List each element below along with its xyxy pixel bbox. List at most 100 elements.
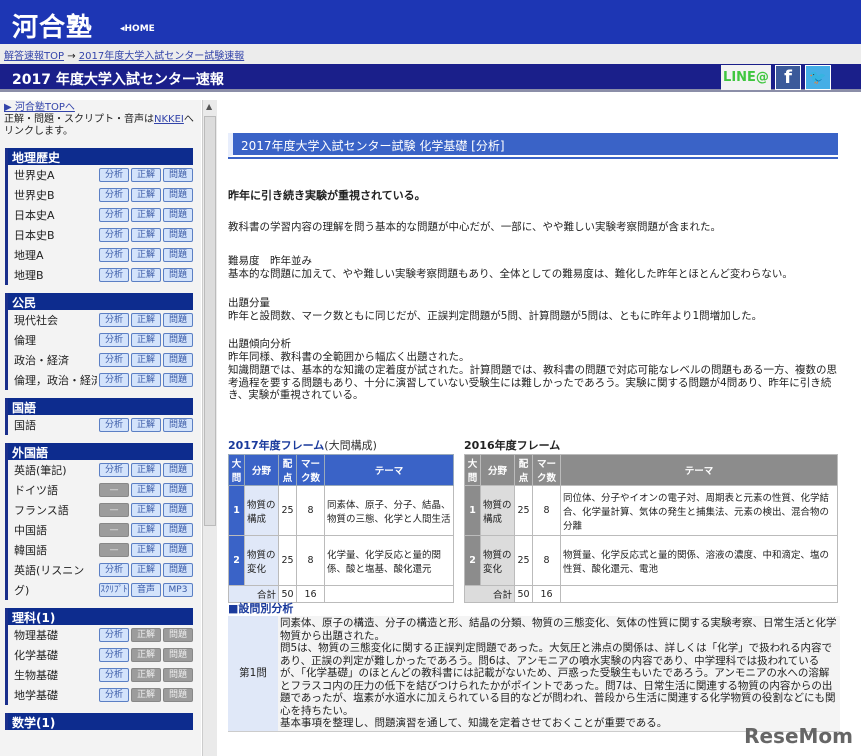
twitter-icon[interactable]: 🐦 (805, 65, 831, 90)
subject-link-button[interactable]: 分析 (99, 668, 129, 682)
subject-link-button[interactable]: 分析 (99, 563, 129, 577)
subject-link-button[interactable]: 分析 (99, 353, 129, 367)
subject-link-button[interactable]: 正解 (131, 353, 161, 367)
subject-link-button[interactable]: 問題 (163, 523, 193, 537)
sidebar-section: 公民 現代社会 分析 正解 問題 倫理 分析 正解 問題 政治・経済 分析 正解 問題 倫理，政治・経済分… (5, 293, 193, 390)
subject-link-button[interactable]: MP3 (163, 583, 193, 597)
subject-link-button[interactable]: 分析 (99, 228, 129, 242)
subject-link-button[interactable]: 問題 (163, 563, 193, 577)
subject-link-button[interactable]: 問題 (163, 168, 193, 182)
subject-link-button[interactable]: 分析 (99, 333, 129, 347)
subject-link-button[interactable]: 問題 (163, 353, 193, 367)
subject-link-button[interactable]: 分析 (99, 648, 129, 662)
facebook-icon[interactable]: f (775, 65, 801, 90)
subject-link-button[interactable]: 正解 (131, 333, 161, 347)
breadcrumb-current-link[interactable]: 2017年度大学入試センター試験速報 (79, 51, 244, 62)
subject-link-button[interactable]: 分析 (99, 168, 129, 182)
subject-link-button[interactable]: 問題 (163, 543, 193, 557)
subject-link-button: 問題 (163, 668, 193, 682)
subject-link-button[interactable]: 分析 (99, 628, 129, 642)
subject-link-button[interactable]: 問題 (163, 228, 193, 242)
subject-link-button[interactable]: 正解 (131, 313, 161, 327)
subject-link-button[interactable]: 問題 (163, 268, 193, 282)
sidebar-subject-row: 地学基礎 分析 正解 問題 (8, 685, 193, 705)
frame-2017-caption: 2017年度フレーム (228, 439, 325, 452)
scroll-up-icon[interactable]: ▲ (206, 102, 212, 111)
subject-link-button[interactable]: 問題 (163, 503, 193, 517)
subject-link-button[interactable]: 正解 (131, 208, 161, 222)
subject-link-button[interactable]: 正解 (131, 268, 161, 282)
subject-label: 地理B (14, 269, 44, 282)
question-analysis-title: ■設問別分析 (228, 602, 294, 615)
subject-link-button[interactable]: 正解 (131, 523, 161, 537)
subject-label: フランス語 (14, 504, 69, 517)
subject-link-button[interactable]: 正解 (131, 228, 161, 242)
subject-link-button[interactable]: ｽｸﾘﾌﾟﾄ (99, 583, 129, 597)
subject-link-button[interactable]: 分析 (99, 268, 129, 282)
subject-link-button[interactable]: 問題 (163, 313, 193, 327)
subject-link-button[interactable]: 正解 (131, 503, 161, 517)
subject-link-button[interactable]: 問題 (163, 418, 193, 432)
table-row: 1 物質の構成 25 8 同位体、分子やイオンの電子対、周期表と元素の性質、化学結合、化… (464, 485, 838, 536)
subject-link-button[interactable]: 問題 (163, 208, 193, 222)
breadcrumb: 解答速報TOP → 2017年度大学入試センター試験速報 (0, 44, 861, 64)
sidebar-subject-row: 世界史B 分析 正解 問題 (8, 185, 193, 205)
sidebar-subject-row: 物理基礎 分析 正解 問題 (8, 625, 193, 645)
column-header: テーマ (324, 454, 454, 486)
sidebar-subject-row: 英語(筆記) 分析 正解 問題 (8, 460, 193, 480)
subject-link-button[interactable]: 正解 (131, 168, 161, 182)
sidebar-section: 地理歴史 世界史A 分析 正解 問題 世界史B 分析 正解 問題 日本史A 分析 正解 問題 日本史B 分析… (5, 148, 193, 285)
subject-link-button[interactable]: 問題 (163, 188, 193, 202)
subject-link-button[interactable]: 正解 (131, 543, 161, 557)
resemom-watermark: ReseMom (744, 724, 853, 748)
subject-link-button[interactable]: 正解 (131, 248, 161, 262)
subject-link-button[interactable]: 問題 (163, 248, 193, 262)
subject-link-button[interactable]: 正解 (131, 563, 161, 577)
sidebar-subject-row: 地理B 分析 正解 問題 (8, 265, 193, 285)
subject-link-button[interactable]: 問題 (163, 373, 193, 387)
subject-label: 地理A (14, 249, 44, 262)
table-cell: 物質の構成 (480, 485, 515, 536)
subject-link-button[interactable]: 正解 (131, 188, 161, 202)
subject-link-button: — (99, 483, 129, 497)
table-cell: 物質の変化 (480, 535, 515, 586)
subject-link-button[interactable]: 分析 (99, 188, 129, 202)
table-cell: 2 (228, 535, 245, 586)
subject-link-button[interactable]: 分析 (99, 373, 129, 387)
table-cell: 物質の変化 (244, 535, 279, 586)
subject-link-button[interactable]: 正解 (131, 418, 161, 432)
subject-link-button[interactable]: 分析 (99, 208, 129, 222)
kawaijuku-top-link[interactable]: ▶ 河合塾TOPへ (4, 102, 75, 113)
subject-link-button[interactable]: 分析 (99, 418, 129, 432)
subject-link-button[interactable]: 音声 (131, 583, 161, 597)
site-header: 河合塾 ◂HOME (0, 0, 861, 44)
breadcrumb-top-link[interactable]: 解答速報TOP (4, 51, 64, 62)
sidebar-subject-row: 現代社会 分析 正解 問題 (8, 310, 193, 330)
subject-label: 英語(リスニン (14, 564, 85, 577)
sidebar-scrollbar[interactable]: ▲ (202, 100, 217, 756)
subject-link-button[interactable]: 分析 (99, 688, 129, 702)
subject-link-button[interactable]: 分析 (99, 313, 129, 327)
scrollbar-thumb[interactable] (204, 116, 216, 526)
line-button[interactable]: LINE@ (721, 65, 771, 90)
subject-link-button[interactable]: 問題 (163, 333, 193, 347)
column-header: 大問 (228, 454, 245, 486)
breadcrumb-arrow: → (64, 51, 79, 62)
table-cell: 物質の構成 (244, 485, 279, 536)
subject-link-button[interactable]: 問題 (163, 463, 193, 477)
subject-link-button[interactable]: 正解 (131, 463, 161, 477)
subject-label: 日本史B (14, 229, 55, 242)
nikkei-link[interactable]: NKKEI (154, 114, 184, 125)
subject-link-button[interactable]: 分析 (99, 463, 129, 477)
kawaijuku-logo[interactable]: 河合塾 (12, 7, 93, 44)
subject-link-button[interactable]: 分析 (99, 248, 129, 262)
home-link[interactable]: ◂HOME (120, 24, 155, 34)
subject-link-button[interactable]: 正解 (131, 373, 161, 387)
volume-text: 昨年と設問数、マーク数ともに同じだが、正誤判定問題が5問、計算問題が5問は、とも… (228, 310, 763, 322)
subject-link-button[interactable]: 正解 (131, 483, 161, 497)
subject-link-button: — (99, 543, 129, 557)
subject-label: 世界史B (14, 189, 55, 202)
column-header: 分野 (480, 454, 515, 486)
trend-text-2: 知識問題では、基本的な知識の定着度が試された。計算問題では、教科書の問題で対応可… (228, 364, 837, 401)
subject-link-button[interactable]: 問題 (163, 483, 193, 497)
